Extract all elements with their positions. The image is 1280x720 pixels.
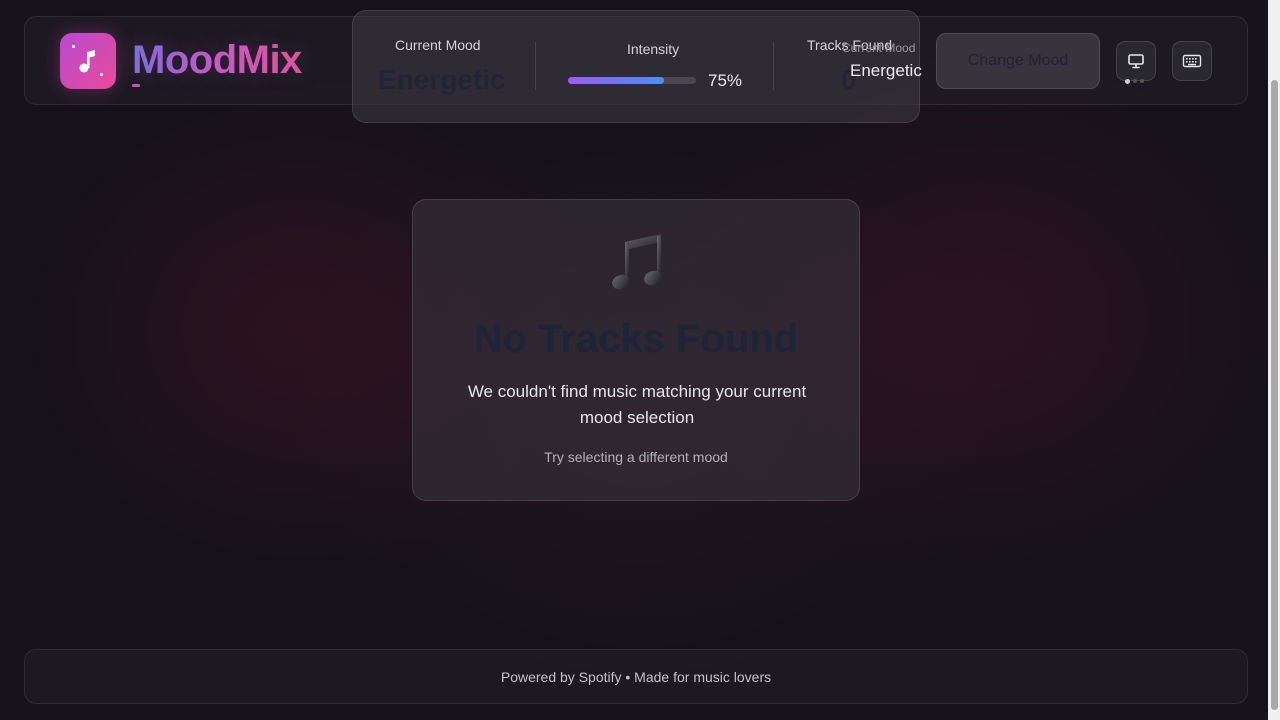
page-dot — [1140, 79, 1144, 83]
intensity-bar — [568, 77, 696, 84]
overlay-mood-value: Energetic — [850, 61, 922, 80]
empty-state-title: No Tracks Found — [473, 317, 799, 361]
page-indicator — [1125, 79, 1144, 84]
keyboard-icon — [1182, 54, 1202, 68]
logo-underline — [132, 84, 140, 87]
page-scrollbar[interactable] — [1268, 0, 1280, 720]
overlay-mood-label: Current Mood — [842, 41, 916, 55]
app-footer: Powered by Spotify • Made for music love… — [24, 649, 1248, 704]
keyboard-shortcuts-button[interactable] — [1172, 41, 1212, 81]
app-logo-text: MoodMix — [132, 38, 302, 82]
intensity-percent: 75% — [708, 71, 743, 90]
logo-sparkle-icon — [72, 45, 75, 48]
monitor-icon — [1128, 54, 1144, 69]
intensity-label: Intensity — [627, 41, 680, 57]
scrollbar-thumb[interactable] — [1271, 80, 1278, 710]
empty-state-hint: Try selecting a different mood — [544, 449, 728, 465]
intensity-bar-fill — [568, 77, 664, 84]
logo[interactable] — [60, 33, 116, 89]
page-dot — [1133, 79, 1137, 83]
empty-state-card: No Tracks Found We couldn't find music m… — [412, 199, 860, 501]
empty-state-description: We couldn't find music matching your cur… — [467, 382, 807, 427]
music-note-icon — [79, 50, 95, 73]
stats-divider — [535, 42, 536, 90]
change-mood-button[interactable]: Change Mood — [936, 33, 1100, 89]
current-mood-value: Energetic — [378, 64, 506, 95]
current-mood-label: Current Mood — [395, 37, 481, 53]
stats-divider — [773, 42, 774, 90]
display-button[interactable] — [1116, 41, 1156, 81]
musical-notes-icon — [612, 234, 662, 290]
footer-text: Powered by Spotify • Made for music love… — [500, 668, 772, 685]
logo-sparkle-icon — [100, 73, 103, 76]
page-dot — [1125, 79, 1130, 84]
